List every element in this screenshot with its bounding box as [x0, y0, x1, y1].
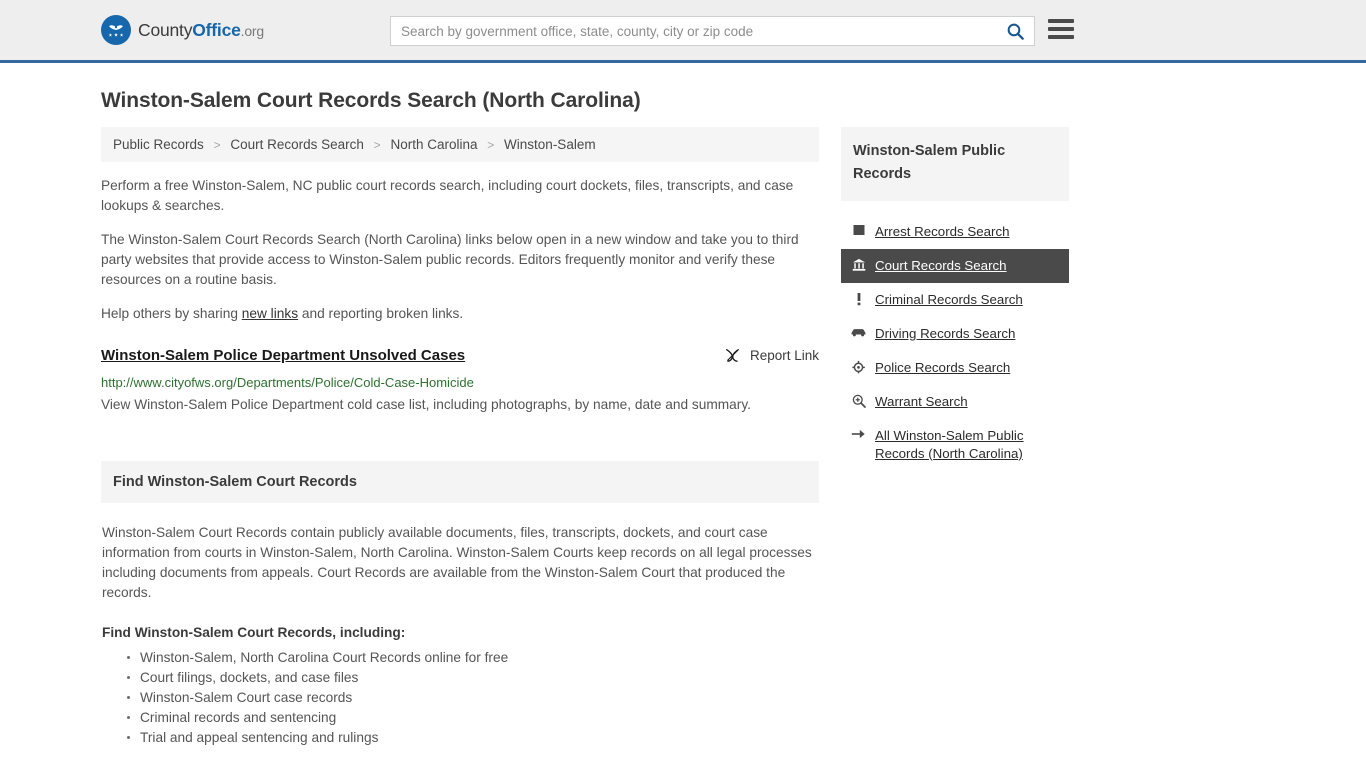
site-logo-link[interactable]: CountyOffice.org — [101, 15, 264, 45]
intro-paragraph-2: The Winston-Salem Court Records Search (… — [101, 232, 799, 287]
sidebar-item-label: Arrest Records Search — [875, 224, 1010, 239]
find-records-section-body: Winston-Salem Court Records contain publ… — [101, 523, 819, 748]
list-item: Criminal records and sentencing — [127, 708, 818, 728]
arrow-right-icon — [851, 427, 866, 440]
sidebar-item-driving-records-search[interactable]: Driving Records Search — [841, 317, 1069, 351]
search-input[interactable] — [391, 17, 996, 45]
result-description: View Winston-Salem Police Department col… — [101, 397, 751, 412]
find-records-list-heading: Find Winston-Salem Court Records, includ… — [102, 625, 406, 640]
sidebar-link-list: Arrest Records Search Court Records Sear… — [841, 215, 1069, 471]
find-records-section-heading: Find Winston-Salem Court Records — [101, 461, 819, 503]
sidebar-item-police-records-search[interactable]: Police Records Search — [841, 351, 1069, 385]
sidebar-item-label: Driving Records Search — [875, 326, 1016, 341]
breadcrumb-item-court-records-search[interactable]: Court Records Search — [230, 137, 364, 152]
sidebar-item-label: Warrant Search — [875, 394, 968, 409]
find-records-bullet-list: Winston-Salem, North Carolina Court Reco… — [102, 648, 818, 748]
content-columns: Public Records > Court Records Search > … — [101, 127, 1265, 748]
brand-county: County — [138, 19, 193, 40]
search-submit-button[interactable] — [996, 17, 1034, 45]
result-header-row: Winston-Salem Police Department Unsolved… — [101, 346, 819, 366]
page-title: Winston-Salem Court Records Search (Nort… — [101, 89, 641, 112]
search-bar[interactable] — [390, 16, 1035, 46]
sidebar-item-label: Criminal Records Search — [875, 292, 1023, 307]
sidebar-item-label: All Winston-Salem Public Records (North … — [875, 428, 1024, 461]
breadcrumb-item-winston-salem: Winston-Salem — [504, 137, 596, 152]
search-result-item: Winston-Salem Police Department Unsolved… — [101, 346, 819, 417]
sidebar-item-all-public-records[interactable]: All Winston-Salem Public Records (North … — [841, 419, 1069, 471]
sidebar-item-arrest-records-search[interactable]: Arrest Records Search — [841, 215, 1069, 249]
breadcrumb-item-north-carolina[interactable]: North Carolina — [390, 137, 477, 152]
search-icon — [1007, 23, 1024, 40]
broken-link-icon — [726, 349, 739, 362]
sidebar-item-label: Court Records Search — [875, 258, 1007, 273]
sidebar-heading: Winston-Salem Public Records — [841, 127, 1069, 201]
sidebar-item-warrant-search[interactable]: Warrant Search — [841, 385, 1069, 419]
magnifier-plus-icon — [851, 393, 866, 408]
brand-tld: .org — [240, 22, 265, 39]
new-links-link[interactable]: new links — [242, 306, 298, 321]
sidebar: Winston-Salem Public Records Arrest Reco… — [841, 127, 1069, 471]
list-item: Court filings, dockets, and case files — [127, 668, 818, 688]
breadcrumb: Public Records > Court Records Search > … — [101, 127, 819, 162]
police-badge-icon — [851, 359, 866, 374]
list-item: Trial and appeal sentencing and rulings — [127, 728, 818, 748]
id-card-icon — [851, 223, 866, 236]
list-item: Winston-Salem Court case records — [127, 688, 818, 708]
eagle-shield-logo-icon — [101, 15, 131, 45]
breadcrumb-separator: > — [373, 138, 381, 152]
result-url: http://www.cityofws.org/Departments/Poli… — [101, 375, 474, 390]
result-title-link[interactable]: Winston-Salem Police Department Unsolved… — [101, 346, 465, 366]
breadcrumb-item-public-records[interactable]: Public Records — [113, 137, 204, 152]
header-inner: CountyOffice.org — [93, 0, 1273, 60]
hamburger-bar — [1048, 19, 1074, 23]
courthouse-icon — [851, 257, 866, 272]
brand-office: Office — [192, 19, 241, 40]
sidebar-item-label: Police Records Search — [875, 360, 1011, 375]
find-records-intro: Winston-Salem Court Records contain publ… — [102, 525, 812, 600]
report-link-button[interactable]: Report Link — [724, 346, 819, 364]
sidebar-item-court-records-search[interactable]: Court Records Search — [841, 249, 1069, 283]
share-text-before: Help others by sharing — [101, 306, 242, 321]
page-container: Winston-Salem Court Records Search (Nort… — [93, 89, 1273, 748]
hamburger-menu-icon[interactable] — [1048, 17, 1074, 41]
site-header: CountyOffice.org — [0, 0, 1366, 63]
hamburger-bar — [1048, 35, 1074, 39]
breadcrumb-separator: > — [487, 138, 495, 152]
list-item: Winston-Salem, North Carolina Court Reco… — [127, 648, 818, 668]
exclamation-icon — [851, 291, 866, 306]
car-icon — [851, 325, 866, 338]
intro-paragraph-1: Perform a free Winston-Salem, NC public … — [101, 178, 794, 213]
report-link-label: Report Link — [749, 348, 819, 363]
brand-wordmark: CountyOffice.org — [138, 20, 264, 41]
intro-paragraph-3: Help others by sharing new links and rep… — [101, 304, 819, 324]
main-column: Public Records > Court Records Search > … — [101, 127, 819, 748]
hamburger-bar — [1048, 27, 1074, 31]
breadcrumb-separator: > — [213, 138, 221, 152]
share-text-after: and reporting broken links. — [298, 306, 464, 321]
sidebar-item-criminal-records-search[interactable]: Criminal Records Search — [841, 283, 1069, 317]
